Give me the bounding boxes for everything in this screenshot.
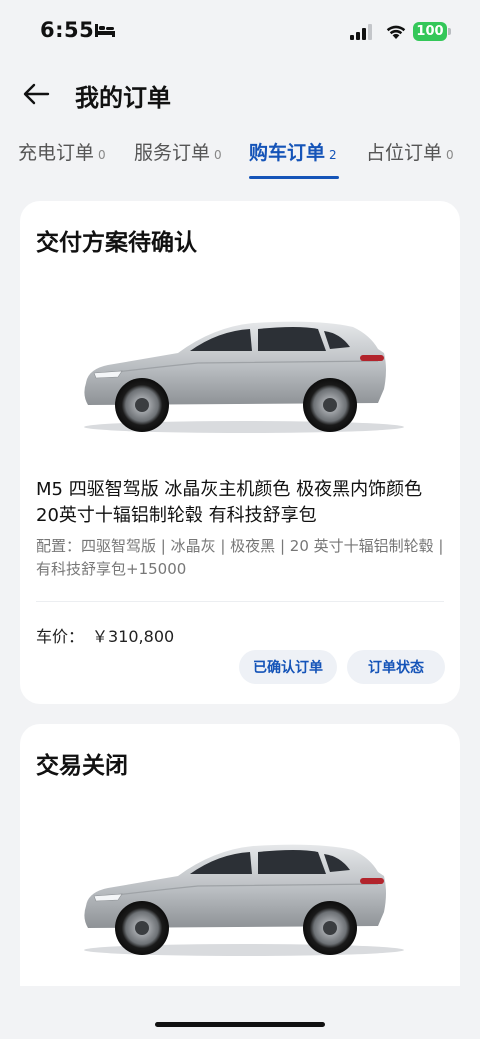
tab-label: 充电订单 xyxy=(18,142,95,164)
tab-label: 服务订单 xyxy=(134,142,211,164)
back-button[interactable] xyxy=(20,78,54,110)
tab-label: 购车订单 xyxy=(249,142,326,164)
header: 我的订单 xyxy=(0,70,480,118)
tab-count: 0 xyxy=(446,148,454,162)
tab-parking[interactable]: 占位订单 0 xyxy=(366,138,454,184)
order-card[interactable]: 交易关闭 xyxy=(20,724,460,986)
tab-count: 2 xyxy=(329,148,337,162)
price-amount: ￥310,800 xyxy=(92,627,175,646)
status-bar: 6:55 100 xyxy=(0,0,480,62)
tab-service[interactable]: 服务订单 0 xyxy=(134,138,222,184)
order-tabs: 充电订单 0 服务订单 0 购车订单 2 占位订单 0 xyxy=(0,138,480,184)
signal-icon xyxy=(350,24,372,40)
price-label: 车价： xyxy=(36,627,85,646)
tab-count: 0 xyxy=(214,148,222,162)
battery-icon: 100 xyxy=(413,22,447,41)
home-indicator[interactable] xyxy=(155,1022,325,1027)
order-status-button[interactable]: 订单状态 xyxy=(347,650,445,684)
status-time: 6:55 xyxy=(40,18,95,42)
tab-charging[interactable]: 充电订单 0 xyxy=(18,138,106,184)
page-title: 我的订单 xyxy=(75,84,171,112)
car-image xyxy=(84,844,404,956)
active-tab-indicator xyxy=(249,176,339,179)
bed-icon xyxy=(95,24,115,37)
tab-label: 占位订单 xyxy=(366,142,443,164)
divider xyxy=(36,601,444,602)
wifi-icon xyxy=(386,25,406,39)
order-card[interactable]: 交付方案待确认 M5 四驱智驾版 冰晶灰主机颜色 极夜黑内饰颜色 20英寸十辐铝… xyxy=(20,201,460,704)
order-title: M5 四驱智驾版 冰晶灰主机颜色 极夜黑内饰颜色 20英寸十辐铝制轮毂 有科技舒… xyxy=(36,479,423,526)
back-arrow-icon xyxy=(23,83,50,105)
order-price: 车价： ￥310,800 xyxy=(36,623,174,647)
confirmed-order-button[interactable]: 已确认订单 xyxy=(239,650,337,684)
order-status: 交易关闭 xyxy=(36,753,128,779)
battery-tip xyxy=(448,28,451,35)
order-status: 交付方案待确认 xyxy=(36,230,197,256)
order-config: 配置：四驱智驾版 | 冰晶灰 | 极夜黑 | 20 英寸十辐铝制轮毂 | 有科技… xyxy=(36,537,444,578)
tab-count: 0 xyxy=(98,148,106,162)
car-image xyxy=(84,321,404,433)
